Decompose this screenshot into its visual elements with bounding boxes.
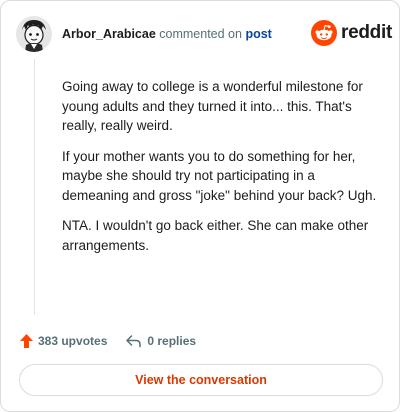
action-text: commented on <box>159 27 242 41</box>
comment-paragraph: Going away to college is a wonderful mil… <box>62 79 363 133</box>
embedded-comment-card: Arbor_Arabicae commented on post reddit … <box>0 0 400 412</box>
author-name[interactable]: Arbor_Arabicae <box>62 27 156 41</box>
upvote-arrow-icon <box>20 334 33 348</box>
thread-line <box>34 59 35 315</box>
comment-paragraph: NTA. I wouldn't go back either. She can … <box>62 218 369 253</box>
view-conversation-button[interactable]: View the conversation <box>19 364 383 396</box>
upvote-count: 383 upvotes <box>38 334 108 348</box>
comment-header: Arbor_Arabicae commented on post <box>62 26 272 42</box>
reddit-wordmark: reddit <box>341 22 392 43</box>
post-link[interactable]: post <box>245 27 271 41</box>
comment-body: Going away to college is a wonderful mil… <box>62 77 380 266</box>
reddit-snoo-icon <box>311 20 337 46</box>
replies-button[interactable]: 0 replies <box>125 334 196 348</box>
comment-actions: 383 upvotes 0 replies <box>19 331 196 351</box>
reply-arrow-icon <box>126 335 142 348</box>
avatar-character-icon <box>16 16 52 52</box>
avatar[interactable] <box>16 16 52 52</box>
upvote-button[interactable]: 383 upvotes <box>19 333 107 349</box>
comment-paragraph: If your mother wants you to do something… <box>62 148 377 203</box>
reddit-logo[interactable]: reddit <box>311 20 392 46</box>
replies-count: 0 replies <box>147 334 197 348</box>
